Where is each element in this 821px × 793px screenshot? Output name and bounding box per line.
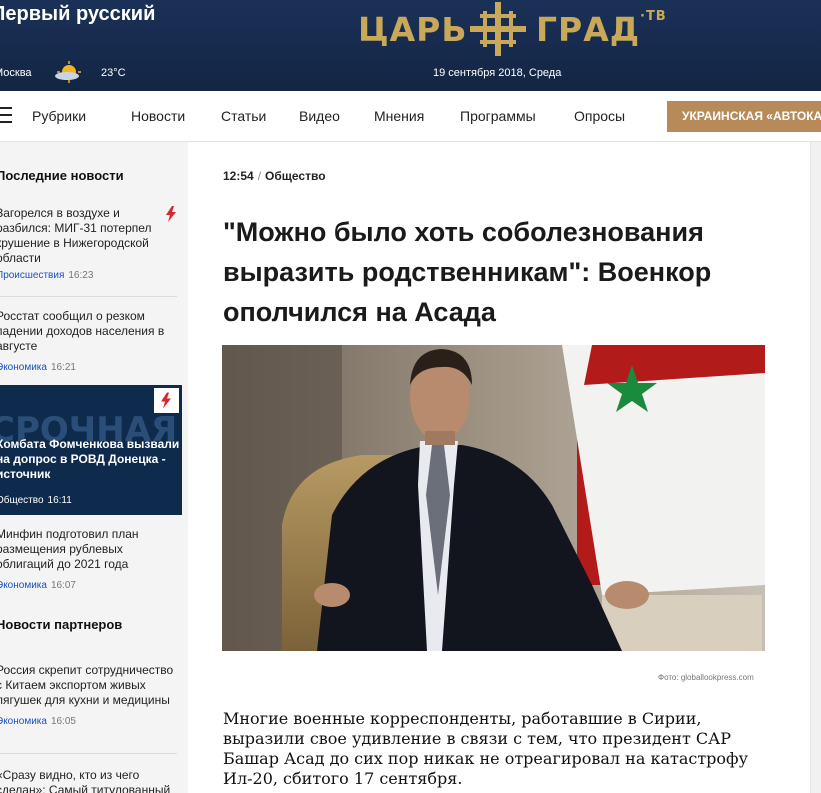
sun-cloud-icon	[55, 61, 81, 83]
logo-tv: ·ТВ	[640, 9, 667, 24]
list-item[interactable]: Минфин подготовил план размещения рублев…	[0, 527, 176, 591]
divider	[0, 753, 177, 754]
news-meta: Экономика 16:05	[0, 716, 176, 727]
nav-item-articles[interactable]: Статьи	[221, 108, 266, 124]
article-meta: 12:54/Общество	[223, 169, 326, 183]
article-lead: Многие военные корреспонденты, работавши…	[223, 709, 748, 788]
city-selector[interactable]: Москва	[0, 67, 32, 79]
news-category[interactable]: Экономика	[0, 362, 47, 373]
news-headline[interactable]: Минфин подготовил план размещения рублев…	[0, 527, 156, 572]
site-logo[interactable]: ЦАРЬ ГРАД ·ТВ	[358, 0, 678, 56]
news-category[interactable]: Экономика	[0, 716, 47, 727]
news-category[interactable]: Общество	[0, 495, 44, 506]
nav-item-news[interactable]: Новости	[131, 108, 185, 124]
channel-name[interactable]: Первый русский	[0, 3, 155, 26]
photo-credit: Фото: globallookpress.com	[658, 673, 754, 682]
article-headline: "Можно было хоть соболезнования выразить…	[223, 217, 712, 327]
nav-item-polls[interactable]: Опросы	[574, 108, 625, 124]
urgent-news-card[interactable]: СРОЧНАЯ НОВОСТЬ Комбата Фомченкова вызва…	[0, 385, 182, 515]
latest-news-title: Последние новости	[0, 168, 124, 183]
news-headline[interactable]: Загорелся в воздухе и разбился: МИГ-31 п…	[0, 206, 156, 266]
logo-word-right: ГРАД	[536, 10, 641, 49]
news-time: 16:05	[50, 716, 76, 727]
special-topic-button[interactable]: УКРАИНСКАЯ «АВТОКАТАСТРОФА»	[667, 101, 821, 132]
news-time: 16:07	[50, 580, 76, 591]
article-photo-image	[222, 345, 765, 651]
logo-word-left: ЦАРЬ	[358, 10, 468, 49]
news-headline[interactable]: Комбата Фомченкова вызвали на допрос в Р…	[0, 437, 182, 482]
list-item[interactable]: Загорелся в воздухе и разбился: МИГ-31 п…	[0, 206, 176, 281]
news-headline[interactable]: Росстат сообщил о резком падении доходов…	[0, 309, 176, 354]
news-time: 16:23	[68, 270, 94, 281]
nav-item-programs[interactable]: Программы	[460, 108, 536, 124]
list-item[interactable]: «Сразу видно, кто из чего сделан»: Самый…	[0, 768, 176, 793]
article-time: 12:54	[223, 169, 254, 183]
article-category[interactable]: Общество	[265, 169, 326, 183]
current-date: 19 сентября 2018, Среда	[433, 67, 562, 79]
temperature: 23°C	[101, 67, 126, 79]
lightning-icon	[166, 206, 176, 222]
list-item[interactable]: Россия скрепит сотрудничество с Китаем э…	[0, 663, 176, 727]
news-meta: Экономика 16:21	[0, 362, 176, 373]
main-nav: Рубрики Новости Статьи Видео Мнения Прог…	[0, 91, 821, 142]
article-photo	[222, 345, 765, 651]
news-meta: Общество 16:11	[0, 495, 72, 506]
nav-item-video[interactable]: Видео	[299, 108, 340, 124]
list-item[interactable]: Росстат сообщил о резком падении доходов…	[0, 309, 176, 373]
news-meta: Происшествия 16:23	[0, 270, 176, 281]
news-time: 16:21	[50, 362, 76, 373]
news-sidebar: Последние новости Загорелся в воздухе и …	[0, 142, 188, 793]
logo-cross-icon	[470, 2, 526, 56]
lightning-icon	[161, 392, 171, 409]
news-headline[interactable]: Россия скрепит сотрудничество с Китаем э…	[0, 663, 178, 708]
urgent-badge	[154, 388, 179, 413]
nav-item-opinions[interactable]: Мнения	[374, 108, 424, 124]
menu-icon[interactable]	[0, 107, 12, 123]
site-header: Первый русский ЦАРЬ ГРАД ·ТВ Москва 23°C…	[0, 0, 821, 91]
right-gutter	[810, 142, 821, 793]
news-meta: Экономика 16:07	[0, 580, 176, 591]
partners-news-title: Новости партнеров	[0, 617, 123, 632]
news-category[interactable]: Происшествия	[0, 270, 64, 281]
divider	[0, 296, 177, 297]
news-category[interactable]: Экономика	[0, 580, 47, 591]
news-time: 16:11	[47, 495, 72, 506]
nav-rubrics[interactable]: Рубрики	[32, 108, 86, 124]
news-headline[interactable]: «Сразу видно, кто из чего сделан»: Самый…	[0, 768, 176, 793]
